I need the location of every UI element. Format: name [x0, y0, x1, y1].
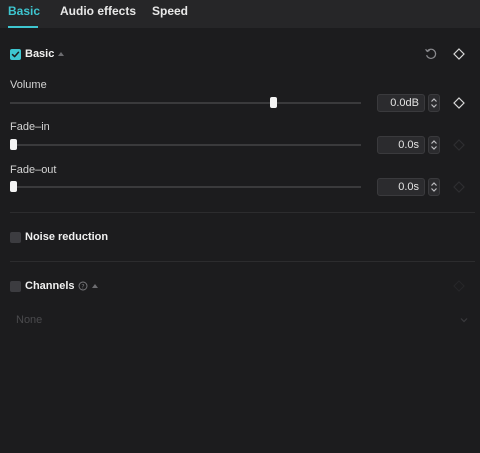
fade-in-label: Fade–in: [10, 121, 50, 133]
noise-reduction-checkbox[interactable]: [10, 231, 21, 243]
fade-in-slider[interactable]: [10, 139, 361, 151]
svg-text:?: ?: [81, 283, 84, 290]
fade-out-slider-track: [10, 186, 361, 188]
fade-in-stepper[interactable]: [428, 136, 440, 154]
volume-slider[interactable]: [10, 97, 361, 109]
basic-checkbox[interactable]: [10, 48, 21, 60]
fade-in-value-field[interactable]: 0.0s: [377, 136, 425, 154]
fade-in-slider-thumb[interactable]: [10, 139, 17, 150]
chevron-down-icon: [460, 318, 468, 323]
fade-out-value-field[interactable]: 0.0s: [377, 178, 425, 196]
volume-value-field[interactable]: 0.0dB: [377, 94, 425, 112]
fade-in-keyframe-icon: [452, 138, 466, 152]
collapse-caret-icon[interactable]: [91, 284, 98, 288]
volume-label: Volume: [10, 79, 47, 91]
active-tab-indicator: [8, 26, 38, 28]
volume-keyframe-icon[interactable]: [452, 96, 466, 110]
channels-keyframe-icon: [452, 279, 466, 293]
channels-checkbox[interactable]: [10, 280, 21, 292]
section-divider: [10, 261, 475, 262]
channels-label: Channels: [25, 280, 75, 292]
tab-bar: Basic Audio effects Speed: [0, 0, 480, 28]
volume-stepper[interactable]: [428, 94, 440, 112]
stepper-arrows-icon: [431, 140, 437, 150]
keyframe-diamond-icon[interactable]: [452, 47, 466, 61]
channels-select-value: None: [16, 314, 43, 326]
tab-speed[interactable]: Speed: [152, 4, 188, 18]
basic-section-title: Basic: [25, 48, 55, 60]
channels-header: Channels ?: [10, 278, 98, 294]
fade-out-slider-thumb[interactable]: [10, 181, 17, 192]
volume-slider-thumb[interactable]: [270, 97, 277, 108]
noise-reduction-label: Noise reduction: [25, 231, 109, 243]
fade-out-label: Fade–out: [10, 164, 57, 176]
basic-section-header: Basic: [10, 46, 65, 62]
fade-out-stepper[interactable]: [428, 178, 440, 196]
stepper-arrows-icon: [431, 182, 437, 192]
section-divider: [10, 212, 475, 213]
channels-select[interactable]: None: [10, 310, 475, 330]
fade-out-keyframe-icon: [452, 180, 466, 194]
reset-icon[interactable]: [424, 47, 438, 61]
fade-in-slider-track: [10, 144, 361, 146]
tab-audio-effects[interactable]: Audio effects: [60, 4, 136, 18]
info-icon[interactable]: ?: [78, 281, 88, 291]
stepper-arrows-icon: [431, 98, 437, 108]
check-icon: [11, 51, 20, 57]
volume-slider-track: [10, 102, 361, 104]
collapse-caret-icon[interactable]: [58, 52, 65, 56]
tab-basic[interactable]: Basic: [8, 4, 40, 18]
noise-reduction-header: Noise reduction: [10, 229, 108, 245]
fade-out-slider[interactable]: [10, 181, 361, 193]
